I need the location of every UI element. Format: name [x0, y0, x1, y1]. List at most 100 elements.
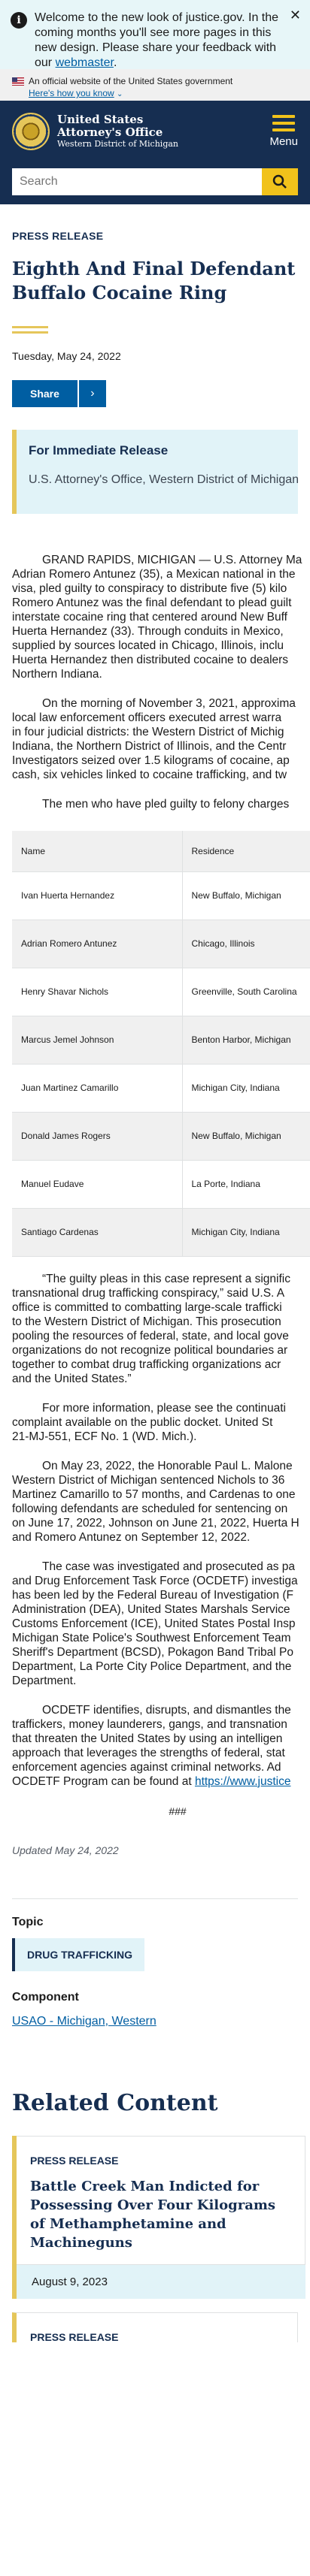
paragraph-line: and Romero Antunez on September 12, 2022… [12, 1530, 251, 1544]
home-link[interactable]: United States Attorney's Office Western … [12, 113, 178, 150]
search-icon [272, 174, 287, 189]
paragraph-line: in four judicial districts: the Western … [12, 726, 284, 738]
paragraph-line: For more information, please see the con… [42, 1401, 286, 1415]
chevron-down-icon: ⌄ [117, 90, 123, 98]
chevron-right-icon[interactable]: › [78, 380, 106, 407]
paragraph-3: The men who have pled guilty to felony c… [12, 797, 310, 811]
defendant-residence: Michigan City, Indiana [182, 1208, 310, 1257]
paragraph-line: Indiana, the Northern District of Illino… [12, 740, 287, 753]
paragraph-line: Huerta Hernandez (33). Through conduits … [12, 625, 284, 638]
site-header: United States Attorney's Office Western … [0, 101, 310, 162]
component-link[interactable]: USAO - Michigan, Western [12, 2015, 157, 2028]
hamburger-icon [272, 115, 296, 131]
card-type: PRESS RELEASE [30, 2154, 119, 2167]
topic-tag[interactable]: DRUG TRAFFICKING [12, 1937, 144, 1971]
paragraph-line: 21-MJ-551, ECF No. 1 (WD. Mich.). [12, 1430, 197, 1443]
paragraph-line: on June 17, 2022, Johnson on June 21, 20… [12, 1516, 299, 1530]
paragraph-line: Huerta Hernandez then distributed cocain… [12, 654, 289, 666]
search-input[interactable] [12, 168, 262, 195]
paragraph-line: traffickers, money launderers, gangs, an… [12, 1717, 287, 1731]
table-row: Santiago Cardenas Michigan City, Indiana [12, 1208, 310, 1257]
defendant-name: Marcus Jemel Johnson [12, 1016, 183, 1065]
defendant-name: Henry Shavar Nichols [12, 968, 183, 1016]
release-office: U.S. Attorney's Office, Western District… [29, 473, 298, 486]
paragraph-line: pooling the resources of federal, state,… [12, 1329, 289, 1342]
paragraph-line: Customs Enforcement (ICE), United States… [12, 1617, 296, 1630]
paragraph-line: transnational drug trafficking conspirac… [12, 1286, 285, 1300]
us-flag-icon [12, 77, 24, 86]
paragraph-line: supplied by sources located in Chicago, … [12, 639, 284, 652]
table-row: Ivan Huerta Hernandez New Buffalo, Michig… [12, 871, 310, 920]
paragraph-line: The case was investigated and prosecuted… [42, 1560, 296, 1573]
paragraph-line: has been led by the Federal Bureau of In… [12, 1588, 293, 1602]
paragraph-line: Romero Antunez was the final defendant t… [12, 596, 292, 609]
related-card[interactable]: PRESS RELEASE Battle Creek Man Indicted … [12, 2135, 305, 2299]
paragraph-line: and the United States.” [12, 1372, 132, 1385]
table-row: Manuel Eudave La Porte, Indiana [12, 1160, 310, 1209]
site-title-line2: Attorney's Office [57, 125, 163, 139]
gold-rule [12, 326, 48, 334]
webmaster-link[interactable]: webmaster [56, 56, 114, 69]
defendant-residence: Michigan City, Indiana [182, 1064, 310, 1113]
card-type: PRESS RELEASE [30, 2330, 119, 2343]
divider [12, 1898, 298, 1899]
card-date: August 9, 2023 [17, 2264, 305, 2299]
paragraph-line: organizations do not recognize political… [12, 1343, 288, 1357]
paragraph-line: enforcement agencies against criminal ne… [12, 1760, 281, 1774]
search-bar [0, 162, 310, 204]
site-title-line1: United States [57, 113, 144, 126]
paragraph-line: Administration (DEA), United States Mars… [12, 1602, 290, 1616]
defendant-residence: Benton Harbor, Michigan [182, 1016, 310, 1065]
close-icon[interactable]: ✕ [290, 8, 301, 23]
paragraph-line: that threaten the United States by using… [12, 1732, 283, 1745]
share-control: Share › [12, 380, 298, 407]
paragraph-line: The men who have pled guilty to felony c… [42, 798, 290, 811]
paragraph-2: On the morning of November 3, 2021, appr… [12, 696, 310, 782]
table-row: Henry Shavar Nichols Greenville, South Ca… [12, 968, 310, 1016]
defendant-name: Ivan Huerta Hernandez [12, 871, 183, 920]
paragraph-line: cash, six vehicles linked to cocaine tra… [12, 769, 287, 781]
publish-date: Tuesday, May 24, 2022 [12, 350, 121, 362]
defendant-residence: Greenville, South Carolina [182, 968, 310, 1016]
table-row: Juan Martinez Camarillo Michigan City, In… [12, 1064, 310, 1113]
how-you-know-link[interactable]: Here's how you know [29, 88, 114, 98]
card-title[interactable]: Battle Creek Man Indicted for Possessing… [30, 2177, 290, 2252]
paragraph-line: complaint available on the public docket… [12, 1415, 273, 1429]
paragraph-line: OCDETF identifies, disrupts, and dismant… [42, 1703, 291, 1717]
paragraph-line: following defendants are scheduled for s… [12, 1502, 288, 1515]
alert-message: Welcome to the new look of justice.gov. … [35, 11, 279, 69]
paragraph-line: On May 23, 2022, the Honorable Paul L. M… [42, 1459, 293, 1472]
paragraph-1: GRAND RAPIDS, MICHIGAN — U.S. Attorney M… [12, 553, 310, 681]
share-button[interactable]: Share [12, 380, 78, 407]
end-mark: ### [169, 1804, 187, 1817]
paragraph-line: Martinez Camarillo to 57 months, and Car… [12, 1487, 296, 1501]
doj-seal-logo [12, 113, 50, 150]
paragraph-5: For more information, please see the con… [12, 1401, 310, 1444]
ocdetf-link[interactable]: https://www.justice [195, 1775, 291, 1788]
component-heading: Component [12, 1990, 79, 2004]
table-row: Marcus Jemel Johnson Benton Harbor, Michi… [12, 1016, 310, 1065]
page-title: Eighth And Final Defendant PleadBuffalo … [12, 258, 298, 304]
main-content: PRESS RELEASE Eighth And Final Defendant… [0, 230, 310, 2343]
paragraph-line: Department. [12, 1674, 77, 1687]
menu-button[interactable]: Menu [269, 115, 298, 148]
search-button[interactable] [262, 168, 298, 195]
table-row: Adrian Romero Antunez Chicago, Illinois [12, 920, 310, 968]
topic-heading: Topic [12, 1915, 44, 1928]
defendant-name: Santiago Cardenas [12, 1208, 183, 1257]
defendant-name: Adrian Romero Antunez [12, 920, 183, 968]
paragraph-line: and Drug Enforcement Task Force (OCDETF)… [12, 1574, 298, 1587]
defendant-name: Donald James Rogers [12, 1112, 183, 1161]
paragraph-line: Department, La Porte City Police Departm… [12, 1659, 292, 1673]
paragraph-line: Michigan State Police's Southwest Enforc… [12, 1631, 291, 1644]
related-card[interactable]: PRESS RELEASE [12, 2312, 298, 2343]
site-subtitle: Western District of Michigan [57, 139, 179, 149]
paragraph-line: approach that leverages the strengths of… [12, 1746, 285, 1759]
paragraph-6: On May 23, 2022, the Honorable Paul L. M… [12, 1459, 310, 1545]
info-icon: i [11, 12, 27, 29]
paragraph-8: OCDETF identifies, disrupts, and dismant… [12, 1703, 310, 1789]
defendant-residence: Chicago, Illinois [182, 920, 310, 968]
paragraph-line: Western District of Michigan sentenced N… [12, 1473, 285, 1487]
paragraph-line: Investigators seized over 1.5 kilograms … [12, 754, 290, 767]
paragraph-4: “The guilty pleas in this case represent… [12, 1272, 310, 1386]
